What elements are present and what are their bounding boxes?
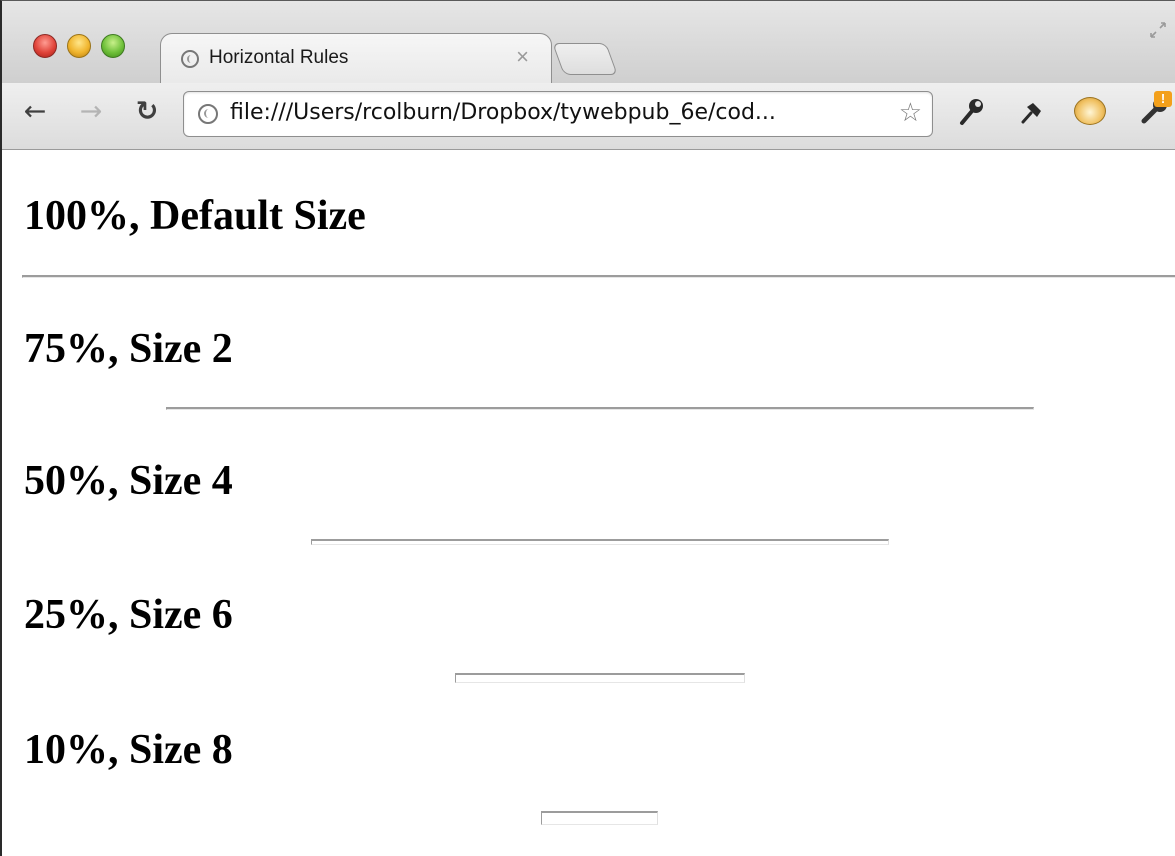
browser-toolbar: ← → ↻ file:///Users/rcolburn/Dropbox/tyw… <box>2 83 1175 149</box>
zoom-window-button[interactable] <box>101 34 125 58</box>
address-bar-url: file:///Users/rcolburn/Dropbox/tywebpub_… <box>230 100 776 125</box>
minimize-window-button[interactable] <box>67 34 91 58</box>
new-tab-button[interactable] <box>552 43 618 75</box>
globe-icon <box>181 50 199 68</box>
browser-window: Horizontal Rules × ← → ↻ file:///Users/r… <box>0 0 1175 856</box>
horizontal-rule-50-percent <box>311 539 889 545</box>
horizontal-rule-100-percent <box>22 275 1175 278</box>
heading-100-percent: 100%, Default Size <box>24 193 366 239</box>
forward-arrow-icon[interactable]: → <box>76 97 106 127</box>
page-info-icon[interactable] <box>198 104 218 124</box>
wrench-icon[interactable] <box>956 95 986 135</box>
browser-chrome: Horizontal Rules × ← → ↻ file:///Users/r… <box>2 1 1175 150</box>
close-window-button[interactable] <box>33 34 57 58</box>
update-badge: ! <box>1154 91 1172 107</box>
fullscreen-icon[interactable] <box>1149 21 1167 39</box>
extension-icon[interactable] <box>1074 97 1106 125</box>
horizontal-rule-25-percent <box>455 673 745 683</box>
horizontal-rule-75-percent <box>166 407 1034 410</box>
heading-25-percent: 25%, Size 6 <box>24 592 233 638</box>
tab-strip: Horizontal Rules × <box>2 1 1175 85</box>
address-bar[interactable]: file:///Users/rcolburn/Dropbox/tywebpub_… <box>183 91 933 137</box>
tab-close-icon[interactable]: × <box>516 44 529 70</box>
page-content: 100%, Default Size 75%, Size 2 50%, Size… <box>2 150 1175 856</box>
heading-50-percent: 50%, Size 4 <box>24 458 233 504</box>
star-icon[interactable]: ☆ <box>899 98 922 128</box>
heading-10-percent: 10%, Size 8 <box>24 727 233 773</box>
pin-icon[interactable] <box>1017 95 1047 135</box>
horizontal-rule-10-percent <box>541 811 658 825</box>
heading-75-percent: 75%, Size 2 <box>24 326 233 372</box>
back-arrow-icon[interactable]: ← <box>20 97 50 127</box>
tab-title: Horizontal Rules <box>209 47 349 68</box>
tab-horizontal-rules[interactable]: Horizontal Rules × <box>160 33 552 85</box>
reload-icon[interactable]: ↻ <box>132 97 162 127</box>
